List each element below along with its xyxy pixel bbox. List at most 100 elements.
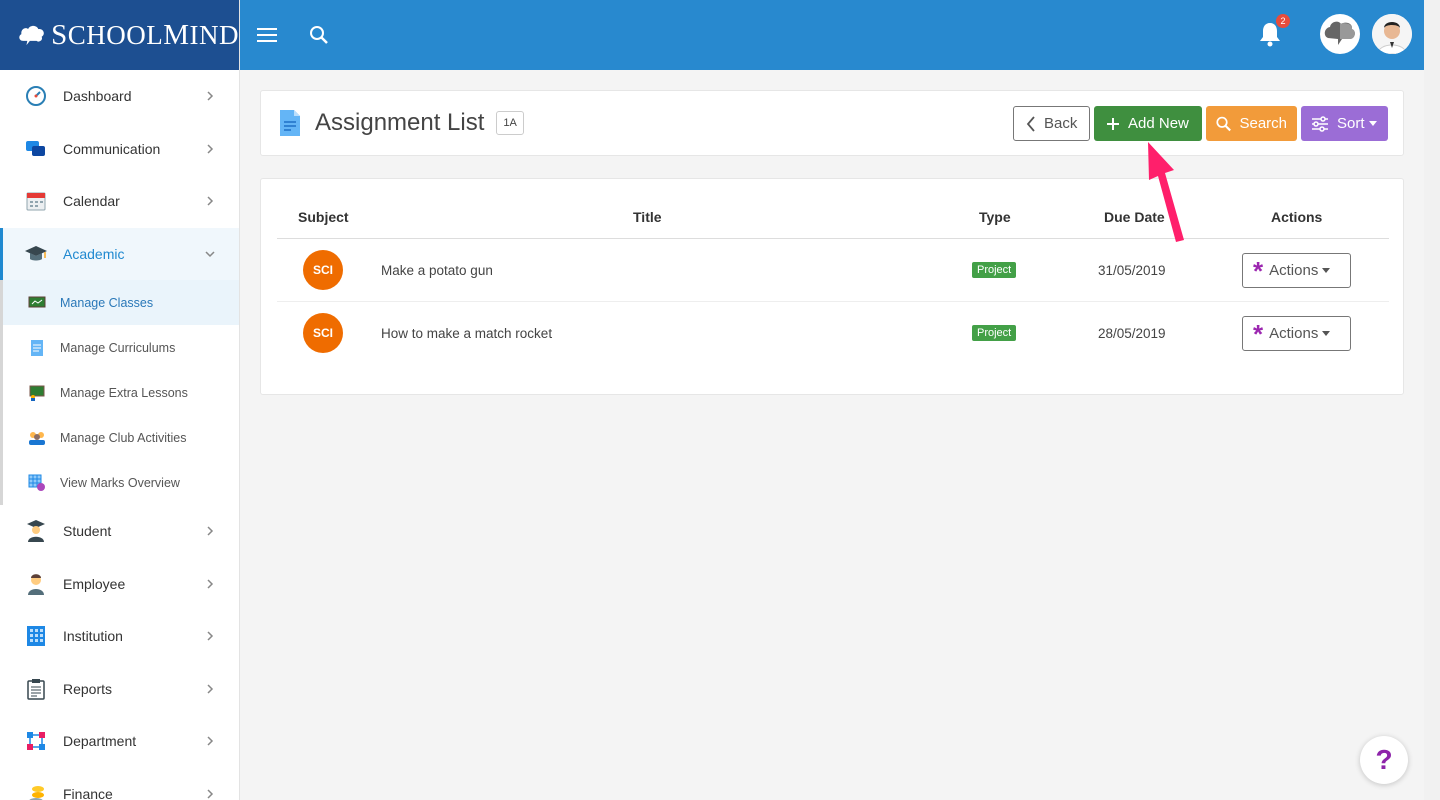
brand-logo[interactable]: SCHOOLMIND — [0, 0, 239, 70]
dashboard-gauge-icon — [24, 84, 48, 108]
caret-down-icon — [1368, 121, 1377, 126]
chevron-right-icon — [207, 579, 214, 589]
column-header-type: Type — [979, 209, 1011, 225]
teacher-board-icon — [28, 384, 46, 402]
add-new-button-label: Add New — [1128, 115, 1189, 132]
due-date: 28/05/2019 — [1098, 326, 1166, 341]
user-portrait-icon — [1372, 14, 1412, 54]
actions-dropdown-button[interactable]: * Actions — [1242, 316, 1351, 351]
calendar-icon — [24, 189, 48, 213]
graduation-cap-icon — [24, 242, 48, 266]
actions-dropdown-button[interactable]: * Actions — [1242, 253, 1351, 288]
sidebar-item-academic[interactable]: Academic — [0, 227, 239, 280]
class-badge: 1A — [496, 111, 524, 135]
page-header: Assignment List 1A Back Add New Search S… — [260, 90, 1404, 156]
chevron-right-icon — [207, 789, 214, 799]
sidebar-item-label: Student — [63, 523, 112, 540]
caret-down-icon — [1322, 331, 1331, 336]
asterisk-icon: * — [1253, 318, 1264, 349]
building-icon — [24, 624, 48, 648]
document-icon — [28, 339, 46, 357]
vertical-scrollbar[interactable] — [1424, 0, 1440, 800]
sidebar-subitem-view-marks-overview[interactable]: View Marks Overview — [3, 460, 239, 505]
sidebar-item-calendar[interactable]: Calendar — [0, 175, 239, 228]
subject-avatar: SCI — [303, 313, 343, 353]
sidebar-item-label: Academic — [63, 245, 125, 262]
back-button[interactable]: Back — [1013, 106, 1090, 141]
table-row[interactable]: SCI Make a potato gun Project 31/05/2019… — [277, 239, 1389, 302]
caret-down-icon — [1322, 268, 1331, 273]
chevron-right-icon — [207, 736, 214, 746]
sidebar-item-communication[interactable]: Communication — [0, 123, 239, 176]
sidebar-item-department[interactable]: Department — [0, 715, 239, 768]
assignment-title[interactable]: How to make a match rocket — [381, 326, 552, 341]
sort-button[interactable]: Sort — [1301, 106, 1388, 141]
school-avatar[interactable] — [1320, 14, 1360, 54]
sidebar-subitem-manage-classes[interactable]: Manage Classes — [3, 280, 239, 325]
sidebar-subitem-label: Manage Classes — [60, 295, 154, 310]
top-bar: 2 — [240, 0, 1424, 70]
clipboard-icon — [24, 677, 48, 701]
column-header-actions: Actions — [1271, 209, 1323, 225]
chevron-right-icon — [207, 144, 214, 154]
search-button[interactable]: Search — [1206, 106, 1297, 141]
sidebar-item-institution[interactable]: Institution — [0, 610, 239, 663]
subject-avatar: SCI — [303, 250, 343, 290]
annotation-arrow-icon — [1148, 142, 1184, 242]
sidebar-subitem-manage-extra-lessons[interactable]: Manage Extra Lessons — [3, 370, 239, 415]
help-button[interactable]: ? — [1360, 736, 1408, 784]
sidebar-subitem-label: View Marks Overview — [60, 475, 180, 490]
sidebar-subitem-manage-club-activities[interactable]: Manage Club Activities — [3, 415, 239, 460]
column-header-title: Title — [633, 209, 662, 225]
chevron-right-icon — [207, 684, 214, 694]
chevron-left-icon — [1026, 115, 1035, 132]
chevron-right-icon — [207, 631, 214, 641]
notifications-bell-icon[interactable]: 2 — [1256, 14, 1290, 48]
group-people-icon — [28, 429, 46, 447]
employee-icon — [24, 572, 48, 596]
coins-icon — [24, 782, 48, 800]
back-button-label: Back — [1044, 115, 1078, 132]
grid-chart-icon — [28, 474, 46, 492]
due-date: 31/05/2019 — [1098, 263, 1166, 278]
chevron-right-icon — [207, 526, 214, 536]
user-avatar[interactable] — [1372, 14, 1412, 54]
add-new-button[interactable]: Add New — [1094, 106, 1202, 141]
sidebar-item-student[interactable]: Student — [0, 505, 239, 558]
actions-label: Actions — [1269, 325, 1319, 342]
academic-submenu: Manage Classes Manage Curriculums Manage… — [0, 280, 239, 505]
notification-count-badge: 2 — [1276, 14, 1290, 28]
plus-icon — [1107, 117, 1119, 130]
sidebar-item-label: Employee — [63, 575, 126, 592]
document-icon — [280, 110, 300, 136]
sidebar-item-employee[interactable]: Employee — [0, 558, 239, 611]
sidebar-item-label: Finance — [63, 785, 113, 800]
sidebar-subitem-label: Manage Curriculums — [60, 340, 176, 355]
sidebar: SCHOOLMIND Dashboard Communication Calen… — [0, 0, 240, 800]
chat-bubbles-icon — [24, 137, 48, 161]
actions-label: Actions — [1269, 262, 1319, 279]
column-header-subject: Subject — [298, 209, 349, 225]
sidebar-item-reports[interactable]: Reports — [0, 663, 239, 716]
type-badge: Project — [972, 325, 1017, 341]
chalkboard-icon — [28, 294, 46, 312]
sidebar-item-finance[interactable]: Finance — [0, 768, 239, 800]
chevron-down-icon — [205, 251, 215, 257]
sidebar-item-dashboard[interactable]: Dashboard — [0, 70, 239, 123]
brain-logo-icon — [1324, 21, 1355, 45]
table-header: Subject Title Type Due Date Actions — [277, 197, 1389, 239]
brain-cloud-icon — [19, 25, 44, 46]
chevron-right-icon — [207, 196, 214, 206]
hamburger-menu-icon[interactable] — [257, 27, 277, 43]
search-button-label: Search — [1239, 115, 1287, 132]
sidebar-subitem-manage-curriculums[interactable]: Manage Curriculums — [3, 325, 239, 370]
assignment-table: Subject Title Type Due Date Actions SCI … — [260, 178, 1404, 395]
sidebar-item-label: Calendar — [63, 193, 120, 210]
sidebar-subitem-label: Manage Club Activities — [60, 430, 187, 445]
sidebar-item-label: Dashboard — [63, 88, 132, 105]
search-icon[interactable] — [309, 25, 329, 45]
table-row[interactable]: SCI How to make a match rocket Project 2… — [277, 302, 1389, 365]
sidebar-item-label: Reports — [63, 680, 113, 697]
assignment-title[interactable]: Make a potato gun — [381, 263, 493, 278]
search-icon — [1216, 116, 1231, 131]
